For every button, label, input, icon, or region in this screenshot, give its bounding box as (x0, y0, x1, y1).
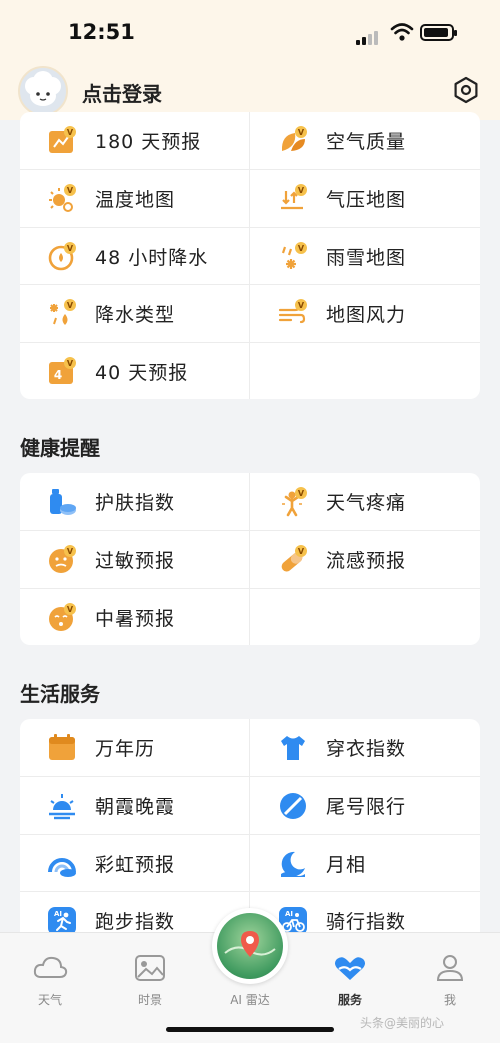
calendar-icon (45, 731, 79, 765)
tab-services[interactable]: 服务 (315, 953, 385, 1008)
tshirt-icon (276, 731, 310, 765)
service-48h-precipitation[interactable]: V 48 小时降水 (20, 228, 249, 285)
tab-weather[interactable]: 天气 (15, 953, 85, 1008)
status-bar: 12:51 (0, 0, 500, 62)
avatar[interactable] (18, 66, 68, 116)
service-40-day-forecast[interactable]: 4V 40 天预报 (20, 343, 249, 399)
wifi-icon (390, 23, 414, 41)
service-temperature-map[interactable]: V 温度地图 (20, 170, 249, 227)
health-card: 护肤指数 V 天气疼痛 V 过敏预报 V 流感预报 V 中暑预报 (20, 473, 480, 645)
svg-text:V: V (67, 547, 74, 556)
login-link[interactable]: 点击登录 (82, 78, 162, 107)
battery-icon (420, 24, 457, 41)
svg-text:V: V (67, 186, 74, 195)
no-entry-icon (276, 789, 310, 823)
life-calendar[interactable]: 万年历 (20, 719, 249, 776)
svg-text:V: V (298, 301, 305, 310)
svg-text:V: V (67, 359, 74, 368)
health-heatstroke-forecast[interactable]: V 中暑预报 (20, 589, 249, 645)
calendar-40-icon: 4V (45, 355, 79, 389)
health-skin-care-index[interactable]: 护肤指数 (20, 473, 249, 530)
moon-icon (276, 847, 310, 881)
calendar-180-icon: V (45, 124, 79, 158)
leaf-icon: V (276, 124, 310, 158)
health-weather-pain[interactable]: V 天气疼痛 (250, 473, 480, 530)
svg-text:V: V (67, 244, 74, 253)
svg-text:V: V (67, 301, 74, 310)
image-icon (135, 955, 165, 981)
svg-text:V: V (298, 547, 305, 556)
allergy-face-icon: V (45, 543, 79, 577)
health-flu-forecast[interactable]: V 流感预报 (250, 531, 480, 588)
sunrise-icon (45, 789, 79, 823)
settings-gear-icon[interactable] (452, 76, 480, 104)
skincare-bottle-icon (45, 485, 79, 519)
svg-text:AI: AI (285, 910, 293, 918)
service-pressure-map[interactable]: V 气压地图 (250, 170, 480, 227)
cloud-icon (33, 956, 68, 978)
rainbow-icon (45, 847, 79, 881)
svg-text:V: V (298, 489, 305, 498)
health-section-title: 健康提醒 (20, 436, 100, 460)
sun-thermometer-icon: V (45, 182, 79, 216)
life-moon-phase[interactable]: 月相 (250, 835, 480, 892)
svg-text:V: V (67, 605, 74, 614)
person-icon (436, 955, 464, 981)
svg-text:AI: AI (54, 910, 62, 918)
svg-text:V: V (67, 128, 74, 137)
pill-icon: V (276, 543, 310, 577)
life-rainbow-forecast[interactable]: 彩虹预报 (20, 835, 249, 892)
drops-icon: V (45, 297, 79, 331)
svg-text:V: V (298, 186, 305, 195)
tab-ai-radar[interactable] (212, 908, 288, 984)
life-dressing-index[interactable]: 穿衣指数 (250, 719, 480, 776)
clock-rain-icon: V (45, 240, 79, 274)
heatstroke-face-icon: V (45, 601, 79, 635)
tab-scenery[interactable]: 时景 (115, 953, 185, 1008)
radar-map-icon (217, 913, 283, 979)
svg-text:4: 4 (54, 368, 62, 382)
signal-icon (356, 26, 380, 45)
service-air-quality[interactable]: V 空气质量 (250, 112, 480, 169)
service-wind-map[interactable]: V 地图风力 (250, 285, 480, 342)
service-precipitation-type[interactable]: V 降水类型 (20, 285, 249, 342)
pressure-arrows-icon: V (276, 182, 310, 216)
svg-text:V: V (298, 244, 305, 253)
life-plate-restriction[interactable]: 尾号限行 (250, 777, 480, 834)
status-time: 12:51 (68, 20, 135, 44)
service-180-day-forecast[interactable]: V 180 天预报 (20, 112, 249, 169)
weather-services-card: V 180 天预报 V 空气质量 V 温度地图 V 气压地图 V 48 小时降水… (20, 112, 480, 399)
svg-text:V: V (298, 128, 305, 137)
life-sunrise-glow[interactable]: 朝霞晚霞 (20, 777, 249, 834)
life-section-title: 生活服务 (20, 682, 100, 706)
watermark: 头条@美丽的心 (360, 1016, 445, 1030)
wind-icon: V (276, 297, 310, 331)
home-indicator[interactable] (166, 1027, 334, 1032)
health-allergy-forecast[interactable]: V 过敏预报 (20, 531, 249, 588)
heart-hands-icon (335, 957, 365, 980)
pain-figure-icon: V (276, 485, 310, 519)
tab-me[interactable]: 我 (415, 953, 485, 1008)
rain-snow-icon: V (276, 240, 310, 274)
service-rain-snow-map[interactable]: V 雨雪地图 (250, 228, 480, 285)
